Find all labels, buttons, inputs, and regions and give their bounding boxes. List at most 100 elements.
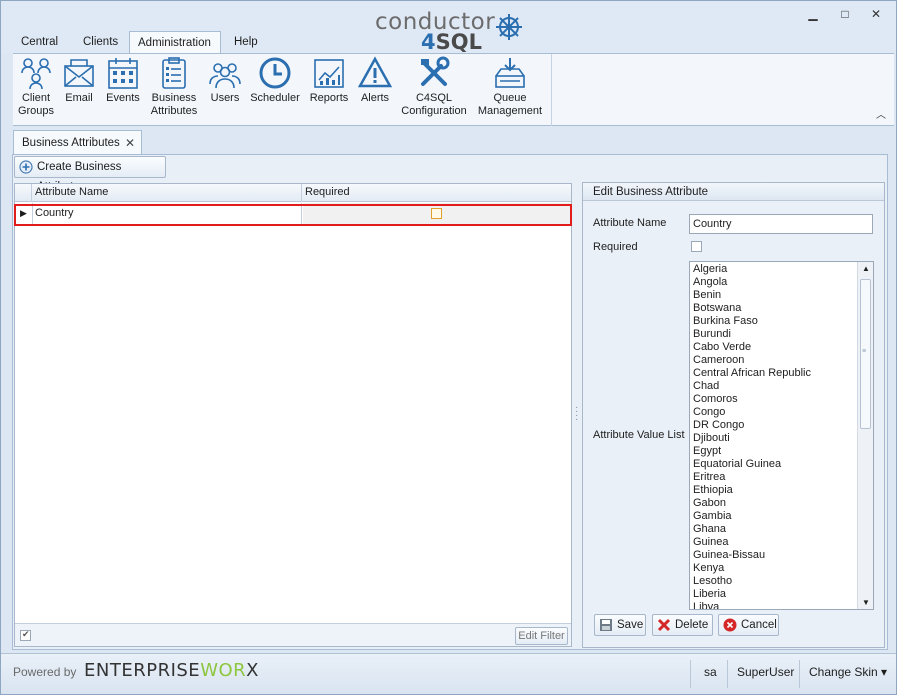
attribute-value-list[interactable]: Algeria Angola Benin Botswana Burkina Faso Bu…	[689, 261, 874, 610]
column-header-required[interactable]: Required	[302, 184, 571, 202]
conductor4sql-logo: conductor 4SQL	[373, 9, 523, 54]
users-button[interactable]: Users	[205, 56, 245, 105]
clock-icon	[259, 57, 291, 89]
business-attributes-button[interactable]: Business Attributes	[148, 56, 200, 118]
clipboard-list-icon	[162, 57, 186, 89]
cancel-button[interactable]: Cancel	[718, 614, 779, 636]
minimize-button[interactable]: ▁	[804, 7, 822, 21]
list-item[interactable]: Congo	[693, 406, 811, 419]
list-item[interactable]: Egypt	[693, 445, 811, 458]
events-button[interactable]: Events	[103, 56, 143, 105]
business-attributes-label: Business Attributes	[150, 92, 198, 117]
client-groups-icon	[21, 58, 51, 90]
cancel-label: Cancel	[741, 619, 777, 631]
users-label: Users	[210, 92, 240, 104]
list-item[interactable]: Gambia	[693, 510, 811, 523]
reports-label: Reports	[309, 92, 349, 104]
list-item[interactable]: Lesotho	[693, 575, 811, 588]
user-name: sa	[704, 665, 717, 679]
email-icon	[64, 59, 94, 87]
row-selection-highlight	[14, 204, 572, 226]
email-label: Email	[65, 92, 93, 104]
filter-enable-checkbox[interactable]: ✔	[20, 629, 31, 641]
required-label: Required	[593, 241, 638, 253]
list-item[interactable]: Kenya	[693, 562, 811, 575]
maximize-button[interactable]: □	[836, 7, 854, 21]
attribute-name-label: Attribute Name	[593, 217, 667, 229]
change-skin-menu[interactable]: Change Skin ▾	[809, 665, 887, 679]
list-item[interactable]: Eritrea	[693, 471, 811, 484]
scroll-down-icon[interactable]: ▼	[862, 598, 870, 607]
c4sql-configuration-button[interactable]: C4SQL Configuration	[399, 56, 469, 118]
attribute-value-list-label: Attribute Value List	[593, 429, 685, 441]
value-items: Algeria Angola Benin Botswana Burkina Faso Bu…	[693, 263, 811, 609]
edit-filter-button[interactable]: Edit Filter	[515, 627, 568, 645]
list-item[interactable]: Guinea-Bissau	[693, 549, 811, 562]
save-button[interactable]: Save	[594, 614, 646, 636]
status-separator	[727, 660, 728, 688]
tools-icon	[421, 56, 450, 86]
scheduler-label: Scheduler	[250, 92, 300, 104]
tab-help[interactable]: Help	[226, 31, 266, 53]
list-item[interactable]: Chad	[693, 380, 811, 393]
list-item[interactable]: Angola	[693, 276, 811, 289]
list-item[interactable]: Equatorial Guinea	[693, 458, 811, 471]
powered-by-text: Powered by	[13, 665, 77, 679]
ribbon-separator	[551, 54, 552, 126]
list-item[interactable]: Cabo Verde	[693, 341, 811, 354]
client-groups-label: Client Groups	[17, 92, 55, 117]
scroll-thumb[interactable]: ≡	[860, 279, 871, 429]
required-field-checkbox[interactable]	[691, 241, 702, 252]
splitter-handle[interactable]: · · · ·	[575, 403, 578, 425]
tab-central[interactable]: Central	[13, 31, 66, 53]
scheduler-button[interactable]: Scheduler	[249, 56, 301, 105]
list-item[interactable]: Ghana	[693, 523, 811, 536]
alerts-button[interactable]: Alerts	[355, 56, 395, 105]
tab-administration[interactable]: Administration	[129, 31, 221, 54]
list-item[interactable]: Comoros	[693, 393, 811, 406]
close-button[interactable]: ✕	[867, 7, 885, 21]
list-item[interactable]: Algeria	[693, 263, 811, 276]
attribute-name-input[interactable]: Country	[689, 214, 873, 234]
list-item[interactable]: Ethiopia	[693, 484, 811, 497]
status-bar: Powered by ENTERPRISEWORX sa SuperUser C…	[1, 653, 896, 694]
list-item[interactable]: Liberia	[693, 588, 811, 601]
delete-button[interactable]: Delete	[652, 614, 713, 636]
collapse-ribbon-icon[interactable]: ︿	[876, 106, 886, 121]
table-row[interactable]: ▶ Country	[14, 203, 572, 226]
close-tab-icon[interactable]: ✕	[125, 131, 135, 155]
list-item[interactable]: Benin	[693, 289, 811, 302]
logo-4: 4	[421, 30, 436, 54]
tab-clients[interactable]: Clients	[75, 31, 126, 53]
brand-enterprise: ENTERPRISE	[84, 660, 201, 681]
list-item[interactable]: Central African Republic	[693, 367, 811, 380]
scroll-up-icon[interactable]: ▲	[862, 264, 870, 273]
queue-management-label: Queue Management	[477, 92, 543, 117]
doc-tab-business-attributes[interactable]: Business Attributes ✕	[13, 130, 142, 155]
client-groups-button[interactable]: Client Groups	[15, 56, 57, 118]
inbox-tray-icon	[495, 58, 525, 88]
alerts-label: Alerts	[360, 92, 390, 104]
column-header-attribute-name[interactable]: Attribute Name	[32, 184, 302, 202]
list-scrollbar[interactable]: ▲ ≡ ▼	[857, 262, 873, 609]
list-item[interactable]: Djibouti	[693, 432, 811, 445]
list-item[interactable]: Botswana	[693, 302, 811, 315]
list-item[interactable]: Burkina Faso	[693, 315, 811, 328]
grid-header: Attribute Name Required	[15, 184, 571, 202]
save-disk-icon	[600, 619, 612, 631]
email-button[interactable]: Email	[60, 56, 98, 105]
warning-icon	[358, 56, 392, 88]
title-bar: conductor 4SQL ▁ □ ✕ Central Clients Adm…	[1, 1, 896, 54]
queue-management-button[interactable]: Queue Management	[475, 56, 545, 118]
list-item[interactable]: DR Congo	[693, 419, 811, 432]
list-item[interactable]: Libya	[693, 601, 811, 609]
reports-button[interactable]: Reports	[308, 56, 350, 105]
list-item[interactable]: Guinea	[693, 536, 811, 549]
brand-x: X	[246, 660, 260, 681]
list-item[interactable]: Burundi	[693, 328, 811, 341]
list-item[interactable]: Gabon	[693, 497, 811, 510]
row-indicator-header	[15, 184, 32, 202]
save-label: Save	[617, 619, 644, 631]
list-item[interactable]: Cameroon	[693, 354, 811, 367]
create-business-attribute-button[interactable]: Create Business Attribute	[14, 156, 166, 193]
